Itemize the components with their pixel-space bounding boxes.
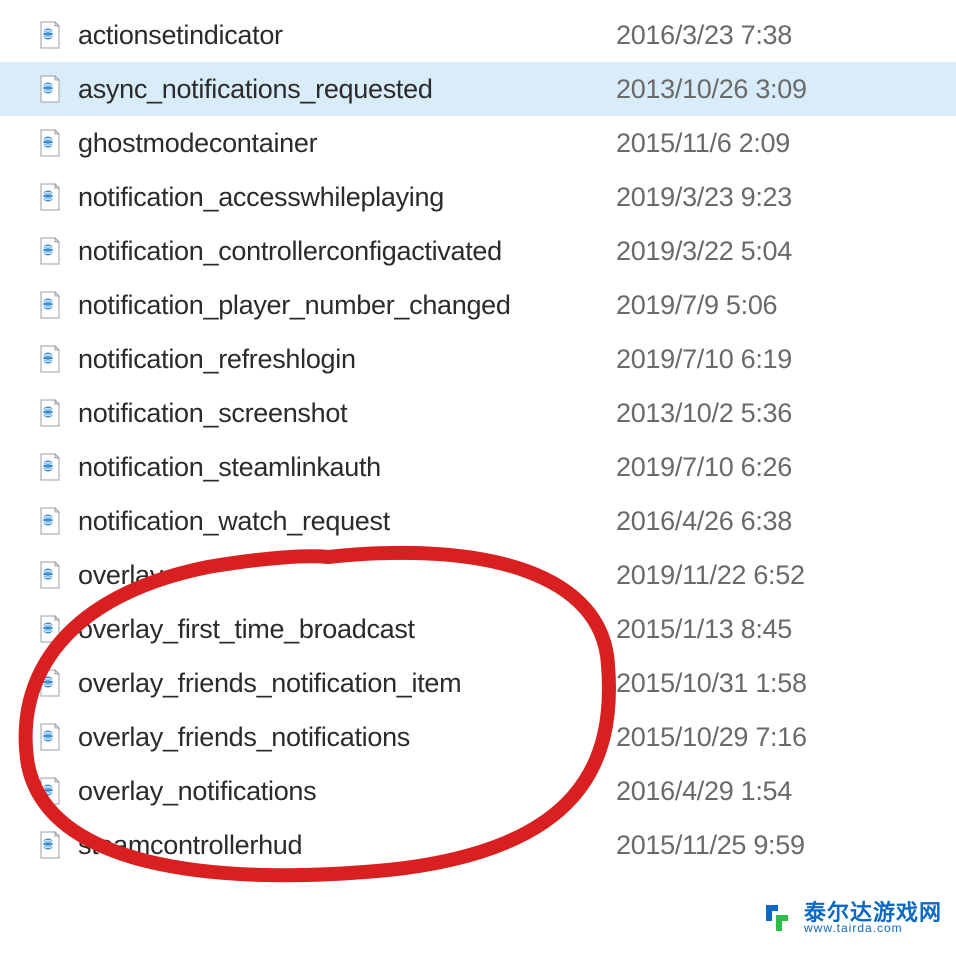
file-row[interactable]: overlay_friends_notification_item2015/10… (0, 656, 956, 710)
web-document-icon (38, 291, 62, 319)
web-document-icon (38, 831, 62, 859)
file-date: 2015/11/25 9:59 (616, 830, 956, 861)
file-name: notification_screenshot (78, 398, 616, 429)
file-name: steamcontrollerhud (78, 830, 616, 861)
file-date: 2019/3/22 5:04 (616, 236, 956, 267)
file-row[interactable]: notification_watch_request2016/4/26 6:38 (0, 494, 956, 548)
file-row[interactable]: notification_controllerconfigactivated20… (0, 224, 956, 278)
file-row[interactable]: notification_screenshot2013/10/2 5:36 (0, 386, 956, 440)
file-name: overlay_friends_notification_item (78, 668, 616, 699)
file-date: 2016/3/23 7:38 (616, 20, 956, 51)
file-date: 2013/10/2 5:36 (616, 398, 956, 429)
file-row[interactable]: overlay_notifications2016/4/29 1:54 (0, 764, 956, 818)
web-document-icon (38, 453, 62, 481)
file-row[interactable]: overlay_first_time_broadcast2015/1/13 8:… (0, 602, 956, 656)
web-document-icon (38, 75, 62, 103)
file-name: ghostmodecontainer (78, 128, 616, 159)
file-date: 2019/7/10 6:26 (616, 452, 956, 483)
file-date: 2015/1/13 8:45 (616, 614, 956, 645)
file-row[interactable]: ghostmodecontainer2015/11/6 2:09 (0, 116, 956, 170)
web-document-icon (38, 237, 62, 265)
file-name: notification_watch_request (78, 506, 616, 537)
web-document-icon (38, 669, 62, 697)
file-row[interactable]: notification_steamlinkauth2019/7/10 6:26 (0, 440, 956, 494)
file-date: 2015/10/29 7:16 (616, 722, 956, 753)
file-name: overlay_notifications (78, 776, 616, 807)
file-row[interactable]: overlay_friends_notifications2015/10/29 … (0, 710, 956, 764)
watermark-logo-icon (764, 903, 798, 933)
web-document-icon (38, 183, 62, 211)
file-date: 2016/4/29 1:54 (616, 776, 956, 807)
file-row[interactable]: steamcontrollerhud2015/11/25 9:59 (0, 818, 956, 872)
web-document-icon (38, 615, 62, 643)
file-row[interactable]: async_notifications_requested2013/10/26 … (0, 62, 956, 116)
file-name: overlay_first_time_broadcast (78, 614, 616, 645)
file-name: overlay_friends_notifications (78, 722, 616, 753)
web-document-icon (38, 21, 62, 49)
web-document-icon (38, 777, 62, 805)
web-document-icon (38, 345, 62, 373)
file-row[interactable]: notification_accesswhileplaying2019/3/23… (0, 170, 956, 224)
file-name: async_notifications_requested (78, 74, 616, 105)
file-name: notification_accesswhileplaying (78, 182, 616, 213)
web-document-icon (38, 399, 62, 427)
file-date: 2013/10/26 3:09 (616, 74, 956, 105)
web-document-icon (38, 129, 62, 157)
file-date: 2015/10/31 1:58 (616, 668, 956, 699)
file-list: actionsetindicator2016/3/23 7:38 async_n… (0, 0, 956, 872)
file-name: notification_steamlinkauth (78, 452, 616, 483)
file-name: notification_player_number_changed (78, 290, 616, 321)
file-name: actionsetindicator (78, 20, 616, 51)
web-document-icon (38, 561, 62, 589)
web-document-icon (38, 507, 62, 535)
file-name: overlay (78, 560, 616, 591)
watermark-sub: www.tairda.com (804, 922, 942, 934)
file-row[interactable]: notification_refreshlogin2019/7/10 6:19 (0, 332, 956, 386)
file-name: notification_refreshlogin (78, 344, 616, 375)
file-row[interactable]: overlay2019/11/22 6:52 (0, 548, 956, 602)
file-date: 2016/4/26 6:38 (616, 506, 956, 537)
file-date: 2019/11/22 6:52 (616, 560, 956, 591)
file-date: 2019/7/10 6:19 (616, 344, 956, 375)
web-document-icon (38, 723, 62, 751)
file-date: 2019/7/9 5:06 (616, 290, 956, 321)
file-date: 2015/11/6 2:09 (616, 128, 956, 159)
file-date: 2019/3/23 9:23 (616, 182, 956, 213)
file-name: notification_controllerconfigactivated (78, 236, 616, 267)
watermark: 泰尔达游戏网 www.tairda.com (764, 902, 942, 934)
file-row[interactable]: notification_player_number_changed2019/7… (0, 278, 956, 332)
file-row[interactable]: actionsetindicator2016/3/23 7:38 (0, 8, 956, 62)
